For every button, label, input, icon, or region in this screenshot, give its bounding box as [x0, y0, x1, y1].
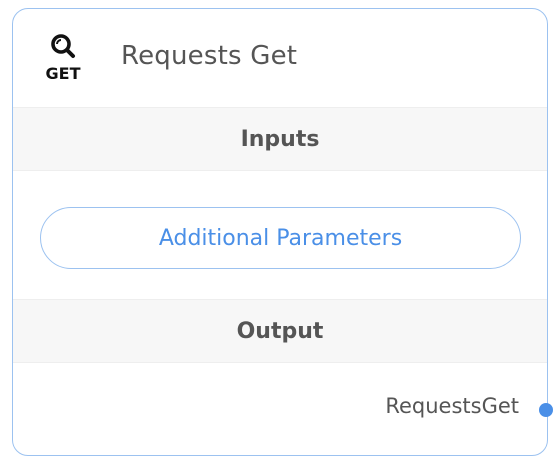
node-title: Requests Get [121, 41, 298, 71]
output-section: RequestsGet [13, 363, 547, 455]
node-header: GET Requests Get [13, 9, 547, 108]
search-get-icon: GET [41, 31, 85, 85]
inputs-section: Additional Parameters [13, 171, 547, 299]
output-section-header: Output [13, 299, 547, 363]
output-label: RequestsGet [385, 394, 519, 418]
additional-parameters-button[interactable]: Additional Parameters [40, 207, 521, 269]
icon-text: GET [46, 64, 81, 83]
requests-get-node[interactable]: GET Requests Get Inputs Additional Param… [12, 8, 548, 456]
output-port-handle[interactable] [539, 403, 553, 417]
inputs-section-header: Inputs [13, 108, 547, 171]
